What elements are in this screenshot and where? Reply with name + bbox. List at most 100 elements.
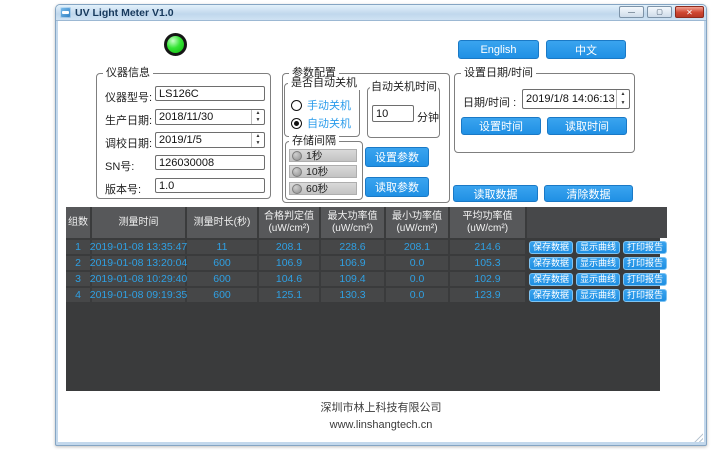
chinese-language-button[interactable]: 中文 [546, 40, 626, 59]
spin-down-icon[interactable]: ▼ [256, 118, 261, 123]
table-cell-min: 0.0 [386, 256, 448, 270]
radio-circle-icon[interactable] [291, 100, 302, 111]
auto-off-time-title: 自动关机时间 [370, 81, 438, 94]
instrument-info-group: 仪器信息 仪器型号: 生产日期: ▲▼ 调校日期: ▲▼ SN号: 版本号: [96, 73, 271, 199]
table-cell-min: 208.1 [386, 240, 448, 254]
print-report-button[interactable]: 打印报告 [623, 257, 667, 270]
table-cell-group: 4 [66, 288, 90, 302]
read-time-button[interactable]: 读取时间 [547, 117, 627, 135]
sn-input[interactable] [155, 155, 265, 170]
datetime-group-title: 设置日期/时间 [461, 67, 536, 80]
datetime-spinner: ▲▼ [522, 89, 630, 109]
production-date-spinner: ▲▼ [155, 109, 265, 125]
set-params-button[interactable]: 设置参数 [365, 147, 429, 167]
table-cell-avg: 105.3 [450, 256, 525, 270]
table-row-actions: 保存数据 显示曲线 打印报告 [527, 272, 667, 286]
interval-10s-label: 10秒 [306, 164, 328, 179]
table-row-actions: 保存数据 显示曲线 打印报告 [527, 240, 667, 254]
save-data-button[interactable]: 保存数据 [529, 257, 573, 270]
show-curve-button[interactable]: 显示曲线 [576, 289, 620, 302]
table-cell-pass: 125.1 [259, 288, 319, 302]
interval-10s-radio: 10秒 [289, 165, 357, 178]
radio-selected-icon[interactable] [291, 118, 302, 129]
interval-1s-radio: 1秒 [289, 149, 357, 162]
interval-1s-label: 1秒 [306, 148, 322, 163]
show-curve-button[interactable]: 显示曲线 [576, 273, 620, 286]
manual-shutdown-label: 手动关机 [307, 97, 351, 113]
calibration-date-spinner: ▲▼ [155, 132, 265, 148]
production-date-spin-arrows[interactable]: ▲▼ [251, 110, 264, 124]
datetime-spin-arrows[interactable]: ▲▼ [616, 90, 629, 108]
table-cell-time: 2019-01-08 09:19:35 [92, 288, 185, 302]
company-name: 深圳市林上科技有限公司 [56, 399, 706, 415]
read-params-button[interactable]: 读取参数 [365, 177, 429, 197]
auto-shutdown-label: 自动关机 [307, 115, 351, 131]
title-bar[interactable]: UV Light Meter V1.0 — ▢ ✕ [56, 5, 706, 21]
maximize-button[interactable]: ▢ [647, 6, 672, 18]
set-time-button[interactable]: 设置时间 [461, 117, 541, 135]
model-label: 仪器型号: [105, 89, 152, 105]
spin-down-icon[interactable]: ▼ [621, 101, 626, 106]
auto-off-group: 是否自动关机 手动关机 自动关机 [284, 83, 360, 137]
spin-up-icon[interactable]: ▲ [256, 111, 261, 116]
table-header-pass-value: 合格判定值(uW/cm²) [259, 207, 319, 238]
table-cell-duration: 11 [187, 240, 257, 254]
table-cell-time: 2019-01-08 13:35:47 [92, 240, 185, 254]
table-cell-avg: 123.9 [450, 288, 525, 302]
table-cell-pass: 106.9 [259, 256, 319, 270]
close-button[interactable]: ✕ [675, 6, 704, 18]
clear-data-button[interactable]: 清除数据 [544, 185, 633, 202]
print-report-button[interactable]: 打印报告 [623, 273, 667, 286]
minutes-unit-label: 分钟 [417, 109, 439, 125]
table-cell-duration: 600 [187, 256, 257, 270]
show-curve-button[interactable]: 显示曲线 [576, 257, 620, 270]
version-input[interactable] [155, 178, 265, 193]
print-report-button[interactable]: 打印报告 [623, 289, 667, 302]
print-report-button[interactable]: 打印报告 [623, 241, 667, 254]
spin-up-icon[interactable]: ▲ [621, 92, 626, 97]
connection-status-led-icon [164, 33, 187, 56]
show-curve-button[interactable]: 显示曲线 [576, 241, 620, 254]
instrument-info-title: 仪器信息 [103, 67, 153, 80]
table-header-group: 组数 [66, 207, 90, 238]
auto-off-time-group: 自动关机时间 分钟 [367, 87, 440, 138]
resize-grip[interactable] [694, 433, 703, 442]
minimize-button[interactable]: — [619, 6, 644, 18]
datetime-label: 日期/时间 : [463, 94, 516, 110]
table-cell-max: 228.6 [321, 240, 384, 254]
english-language-button[interactable]: English [458, 40, 539, 59]
table-cell-duration: 600 [187, 272, 257, 286]
datetime-input[interactable] [523, 90, 622, 108]
manual-shutdown-radio[interactable]: 手动关机 [291, 97, 351, 113]
model-input[interactable] [155, 86, 265, 101]
table-cell-max: 130.3 [321, 288, 384, 302]
website-link[interactable]: www.linshangtech.cn [56, 419, 706, 431]
table-cell-avg: 214.6 [450, 240, 525, 254]
spin-up-icon[interactable]: ▲ [256, 134, 261, 139]
auto-shutdown-radio[interactable]: 自动关机 [291, 115, 351, 131]
window-title: UV Light Meter V1.0 [75, 7, 174, 19]
table-cell-min: 0.0 [386, 288, 448, 302]
auto-off-minutes-input[interactable] [372, 105, 414, 122]
table-cell-pass: 104.6 [259, 272, 319, 286]
measurement-table: 组数 测量时间 测量时长(秒) 合格判定值(uW/cm²) 最大功率值(uW/c… [66, 207, 660, 391]
disabled-radio-icon [292, 167, 302, 177]
table-header-time: 测量时间 [92, 207, 185, 238]
save-data-button[interactable]: 保存数据 [529, 289, 573, 302]
save-data-button[interactable]: 保存数据 [529, 241, 573, 254]
table-cell-group: 2 [66, 256, 90, 270]
interval-60s-label: 60秒 [306, 181, 328, 196]
calibration-date-spin-arrows[interactable]: ▲▼ [251, 133, 264, 147]
disabled-radio-icon [292, 151, 302, 161]
calibration-date-input[interactable] [156, 133, 257, 147]
spin-down-icon[interactable]: ▼ [256, 141, 261, 146]
read-data-button[interactable]: 读取数据 [453, 185, 538, 202]
table-header-max-power: 最大功率值(uW/cm²) [321, 207, 384, 238]
table-header-actions [527, 207, 667, 238]
save-data-button[interactable]: 保存数据 [529, 273, 573, 286]
table-cell-time: 2019-01-08 13:20:04 [92, 256, 185, 270]
production-date-input[interactable] [156, 110, 257, 124]
interval-60s-radio: 60秒 [289, 182, 357, 195]
table-header-min-power: 最小功率值(uW/cm²) [386, 207, 448, 238]
table-cell-time: 2019-01-08 10:29:40 [92, 272, 185, 286]
